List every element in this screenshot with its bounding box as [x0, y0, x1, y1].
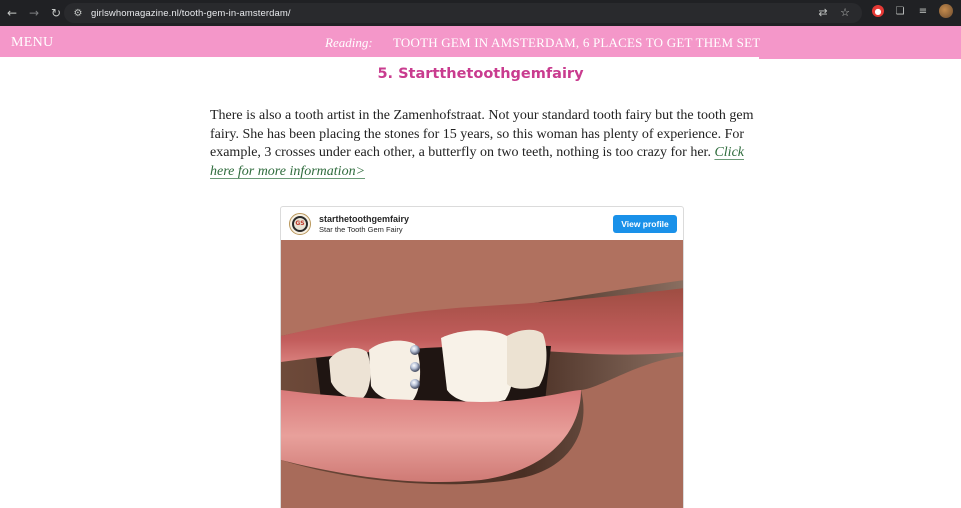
forward-icon[interactable]: →: [24, 3, 44, 23]
reading-progress-bar: [0, 57, 760, 59]
site-info-icon[interactable]: ⚙: [70, 5, 86, 21]
reading-list-icon[interactable]: ≡: [916, 4, 930, 18]
tooth-central: [441, 330, 514, 404]
menu-button[interactable]: MENU: [11, 35, 53, 51]
tooth-side: [507, 329, 547, 389]
instagram-embed: GS starthetoothgemfairy Star the Tooth G…: [280, 206, 684, 508]
url-text[interactable]: girlswhomagazine.nl/tooth-gem-in-amsterd…: [91, 8, 291, 19]
article-paragraph: There is also a tooth artist in the Zame…: [210, 107, 758, 181]
extension-icon[interactable]: ●: [872, 5, 884, 17]
gem-2: [410, 362, 420, 372]
site-reading-bar: MENU Reading: TOOTH GEM IN AMSTERDAM, 6 …: [0, 26, 961, 59]
paragraph-text: There is also a tooth artist in the Zame…: [210, 108, 754, 161]
embed-header: GS starthetoothgemfairy Star the Tooth G…: [281, 207, 683, 240]
avatar[interactable]: GS: [289, 212, 311, 235]
tooth-gem-photo: [281, 240, 683, 508]
avatar-logo: GS: [292, 215, 308, 232]
view-profile-button[interactable]: View profile: [613, 215, 677, 233]
section-heading: 5. Startthetoothgemfairy: [377, 66, 584, 82]
star-icon[interactable]: ☆: [838, 5, 852, 19]
reload-icon[interactable]: ↻: [46, 3, 66, 23]
profile-subtitle: Star the Tooth Gem Fairy: [319, 224, 403, 234]
gem-1: [410, 345, 420, 355]
reading-title: TOOTH GEM IN AMSTERDAM, 6 PLACES TO GET …: [393, 35, 761, 50]
profile-avatar[interactable]: [939, 4, 953, 18]
puzzle-icon[interactable]: ❏: [893, 4, 907, 18]
address-bar[interactable]: ⚙ girlswhomagazine.nl/tooth-gem-in-amste…: [64, 3, 862, 23]
reading-label: Reading:: [325, 35, 373, 50]
profile-handle[interactable]: starthetoothgemfairy: [319, 214, 409, 224]
browser-toolbar: ← → ↻ ⚙ girlswhomagazine.nl/tooth-gem-in…: [0, 0, 961, 26]
post-photo[interactable]: [281, 240, 683, 508]
back-icon[interactable]: ←: [2, 3, 22, 23]
translate-icon[interactable]: ⇄: [816, 5, 830, 19]
gem-3: [410, 379, 420, 389]
